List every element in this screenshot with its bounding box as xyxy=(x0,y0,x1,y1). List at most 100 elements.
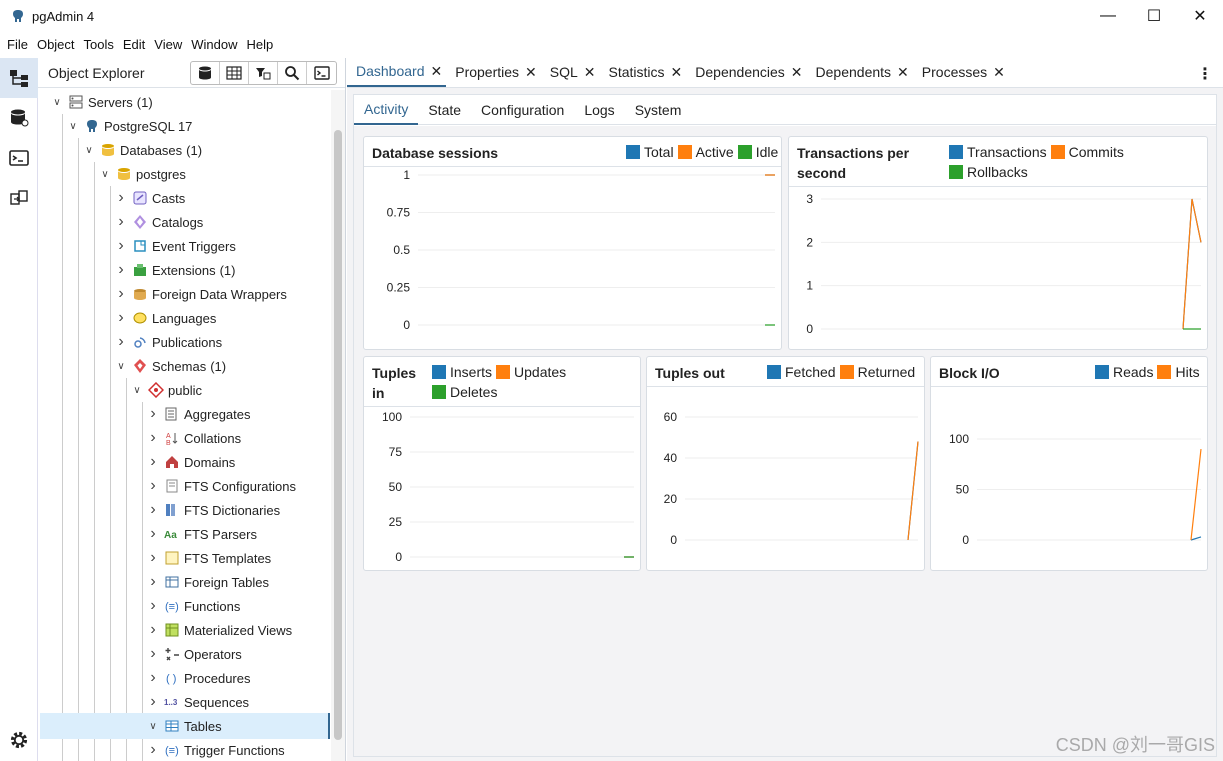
tab-sql[interactable]: SQL ✕ xyxy=(541,57,600,87)
chevron-down-icon[interactable]: ∨ xyxy=(146,721,160,732)
chevron-right-icon[interactable]: › xyxy=(146,477,160,495)
chevron-right-icon[interactable]: › xyxy=(146,645,160,663)
tree-node-fts-configurations[interactable]: › FTS Configurations xyxy=(146,474,296,498)
tree-node-fts-dictionaries[interactable]: › FTS Dictionaries xyxy=(146,498,280,522)
chevron-right-icon[interactable]: › xyxy=(114,333,128,351)
menu-edit[interactable]: Edit xyxy=(123,37,145,52)
tree-node-catalogs[interactable]: › Catalogs xyxy=(114,210,203,234)
psql-tool-rail-button[interactable] xyxy=(0,138,38,178)
subtab-activity[interactable]: Activity xyxy=(354,95,419,125)
menu-tools[interactable]: Tools xyxy=(84,37,114,52)
tree-node-public[interactable]: ∨ public xyxy=(130,378,202,402)
query-tool-rail-button[interactable] xyxy=(0,98,38,138)
menu-window[interactable]: Window xyxy=(191,37,237,52)
tab-processes[interactable]: Processes ✕ xyxy=(913,57,1009,87)
chevron-right-icon[interactable]: › xyxy=(114,261,128,279)
tab-properties[interactable]: Properties ✕ xyxy=(446,57,541,87)
filter-rows-button[interactable] xyxy=(249,61,278,84)
tree-node-schemas[interactable]: ∨ Schemas (1) xyxy=(114,354,226,378)
close-icon[interactable]: ✕ xyxy=(431,63,443,80)
chevron-down-icon[interactable]: ∨ xyxy=(82,145,96,156)
search-objects-button[interactable] xyxy=(278,61,307,84)
tree-scrollbar-track[interactable] xyxy=(331,90,345,761)
menu-help[interactable]: Help xyxy=(247,37,274,52)
close-icon[interactable]: ✕ xyxy=(897,64,909,81)
chevron-right-icon[interactable]: › xyxy=(146,669,160,687)
query-tool-button[interactable] xyxy=(191,61,220,84)
tree-node-tables[interactable]: ∨ Tables xyxy=(146,714,221,738)
chevron-right-icon[interactable]: › xyxy=(146,453,160,471)
chevron-right-icon[interactable]: › xyxy=(114,309,128,327)
chevron-down-icon[interactable]: ∨ xyxy=(66,121,80,132)
more-options-icon[interactable]: ⋮ xyxy=(1197,64,1213,84)
close-icon[interactable]: ✕ xyxy=(584,64,596,81)
subtab-configuration[interactable]: Configuration xyxy=(471,95,574,125)
chevron-right-icon[interactable]: › xyxy=(146,693,160,711)
tree-node-fts-templates[interactable]: › FTS Templates xyxy=(146,546,271,570)
chevron-right-icon[interactable]: › xyxy=(114,285,128,303)
minimize-button[interactable]: — xyxy=(1085,0,1131,32)
tree-node-aggregates[interactable]: › Aggregates xyxy=(146,402,250,426)
tree-node-foreign-tables[interactable]: › Foreign Tables xyxy=(146,570,269,594)
tree-node-publications[interactable]: › Publications xyxy=(114,330,222,354)
tree-scrollbar-thumb[interactable] xyxy=(334,130,342,740)
tree-node-functions[interactable]: › (≡) Functions xyxy=(146,594,240,618)
chevron-right-icon[interactable]: › xyxy=(146,573,160,591)
chevron-right-icon[interactable]: › xyxy=(114,213,128,231)
view-data-button[interactable] xyxy=(220,61,249,84)
tree-node-fts-parsers[interactable]: › Aa FTS Parsers xyxy=(146,522,257,546)
chevron-right-icon[interactable]: › xyxy=(146,597,160,615)
tree-node-postgres[interactable]: ∨ postgres xyxy=(98,162,186,186)
tree-node-sequences[interactable]: › 1..3 Sequences xyxy=(146,690,249,714)
chevron-right-icon[interactable]: › xyxy=(114,189,128,207)
menu-object[interactable]: Object xyxy=(37,37,75,52)
subtab-logs[interactable]: Logs xyxy=(574,95,624,125)
y-tick-label: 25 xyxy=(389,515,403,529)
close-icon[interactable]: ✕ xyxy=(525,64,537,81)
chevron-down-icon[interactable]: ∨ xyxy=(114,361,128,372)
tree-node-extensions[interactable]: › Extensions (1) xyxy=(114,258,235,282)
tree-node-materialized-views[interactable]: › Materialized Views xyxy=(146,618,292,642)
menu-view[interactable]: View xyxy=(154,37,182,52)
tree-node-postgresql-17[interactable]: ∨ PostgreSQL 17 xyxy=(66,114,192,138)
chevron-down-icon[interactable]: ∨ xyxy=(98,169,112,180)
tab-statistics[interactable]: Statistics ✕ xyxy=(600,57,687,87)
tree-node-casts[interactable]: › Casts xyxy=(114,186,185,210)
tab-dependencies[interactable]: Dependencies ✕ xyxy=(686,57,806,87)
tree-node-event-triggers[interactable]: › Event Triggers xyxy=(114,234,236,258)
tree-node-domains[interactable]: › Domains xyxy=(146,450,235,474)
chevron-right-icon[interactable]: › xyxy=(146,741,160,759)
chevron-down-icon[interactable]: ∨ xyxy=(130,385,144,396)
close-icon[interactable]: ✕ xyxy=(791,64,803,81)
chevron-right-icon[interactable]: › xyxy=(146,549,160,567)
chevron-down-icon[interactable]: ∨ xyxy=(50,97,64,108)
subtab-state[interactable]: State xyxy=(418,95,471,125)
tab-dependents[interactable]: Dependents ✕ xyxy=(807,57,913,87)
chevron-right-icon[interactable]: › xyxy=(114,237,128,255)
tree-node-operators[interactable]: › Operators xyxy=(146,642,241,666)
subtab-system[interactable]: System xyxy=(625,95,692,125)
tab-dashboard[interactable]: Dashboard ✕ xyxy=(347,57,447,87)
schema-diff-rail-button[interactable] xyxy=(0,178,38,218)
chevron-right-icon[interactable]: › xyxy=(146,501,160,519)
close-button[interactable]: ✕ xyxy=(1177,0,1223,32)
y-tick-label: 50 xyxy=(956,483,970,497)
close-icon[interactable]: ✕ xyxy=(993,64,1005,81)
tree-node-procedures[interactable]: › ( ) Procedures xyxy=(146,666,250,690)
object-explorer-rail-button[interactable] xyxy=(0,58,38,98)
tree-node-collations[interactable]: › A B Collations xyxy=(146,426,241,450)
tree-node-servers[interactable]: ∨ Servers (1) xyxy=(50,90,152,114)
tree-node-trigger-functions[interactable]: › (≡) Trigger Functions xyxy=(146,738,284,761)
tree-node-languages[interactable]: › Languages xyxy=(114,306,216,330)
chevron-right-icon[interactable]: › xyxy=(146,621,160,639)
tree-node-databases[interactable]: ∨ Databases (1) xyxy=(82,138,202,162)
menu-file[interactable]: File xyxy=(7,37,28,52)
chevron-right-icon[interactable]: › xyxy=(146,405,160,423)
tree-node-foreign-data-wrappers[interactable]: › Foreign Data Wrappers xyxy=(114,282,287,306)
chevron-right-icon[interactable]: › xyxy=(146,429,160,447)
maximize-button[interactable]: ☐ xyxy=(1131,0,1177,32)
chevron-right-icon[interactable]: › xyxy=(146,525,160,543)
close-icon[interactable]: ✕ xyxy=(671,64,683,81)
psql-button[interactable] xyxy=(307,62,336,84)
gear-icon[interactable] xyxy=(0,725,38,755)
